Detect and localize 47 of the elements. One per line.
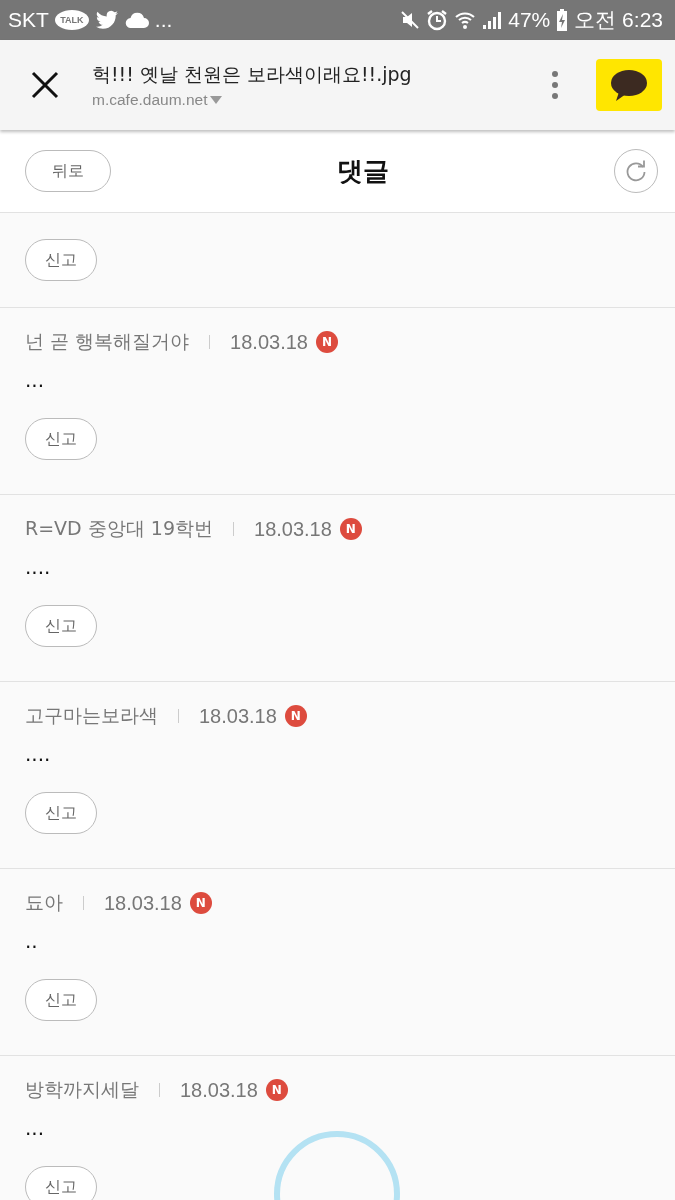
comment-date: 18.03.18 <box>104 891 182 915</box>
chat-bubble-icon <box>609 68 649 102</box>
comment-date: 18.03.18 <box>254 517 332 541</box>
comment-author: 됴아 <box>25 890 63 915</box>
refresh-icon <box>624 159 648 183</box>
comment-author: R=VD 중앙대 19학번 <box>25 516 213 541</box>
comment-date: 18.03.18 <box>230 330 308 354</box>
report-button[interactable]: 신고 <box>25 605 97 647</box>
mute-icon <box>400 10 421 30</box>
refresh-button[interactable] <box>614 149 658 193</box>
signal-icon <box>482 10 503 30</box>
cloud-icon <box>124 12 149 28</box>
report-button[interactable]: 신고 <box>25 979 97 1021</box>
comment-text: ... <box>25 368 46 394</box>
new-badge: N <box>315 331 338 353</box>
new-badge: N <box>339 518 362 540</box>
report-button[interactable]: 신고 <box>25 792 97 834</box>
new-badge: N <box>284 705 307 727</box>
page-title: 헉!!! 옛날 천원은 보라색이래요!!.jpg <box>92 61 413 87</box>
comment-date: 18.03.18 <box>199 704 277 728</box>
new-badge: N <box>265 1079 288 1101</box>
more-notifications: ... <box>154 8 173 32</box>
clock-time: 오전 6:23 <box>574 7 663 33</box>
caret-icon <box>210 95 223 104</box>
bird-icon <box>94 10 119 30</box>
comment-text: .. <box>25 929 39 955</box>
comment-author: 넌 곧 행복해질거야 <box>25 329 190 354</box>
url-dropdown[interactable]: m.cafe.daum.net <box>92 90 223 109</box>
report-button[interactable]: 신고 <box>25 1166 97 1200</box>
page-heading: 댓글 <box>336 154 389 188</box>
comment-text: .... <box>25 555 52 581</box>
comment-author: 고구마는보라색 <box>25 703 158 728</box>
back-button[interactable]: 뒤로 <box>25 150 111 192</box>
new-badge: N <box>189 892 212 914</box>
battery-icon <box>556 9 569 31</box>
alarm-icon <box>426 9 449 31</box>
battery-percent: 47% <box>508 8 551 32</box>
chat-bubble-button[interactable] <box>596 59 662 111</box>
comment-author: 방학까지세달 <box>25 1077 139 1102</box>
talk-icon: TALK <box>54 10 89 30</box>
report-button[interactable]: 신고 <box>25 418 97 460</box>
comment-date: 18.03.18 <box>180 1078 258 1102</box>
wifi-icon <box>454 10 477 30</box>
report-button[interactable]: 신고 <box>25 239 97 281</box>
comment-text: .... <box>25 742 52 768</box>
carrier-name: SKT <box>8 8 49 32</box>
comment-text: ... <box>25 1116 46 1142</box>
